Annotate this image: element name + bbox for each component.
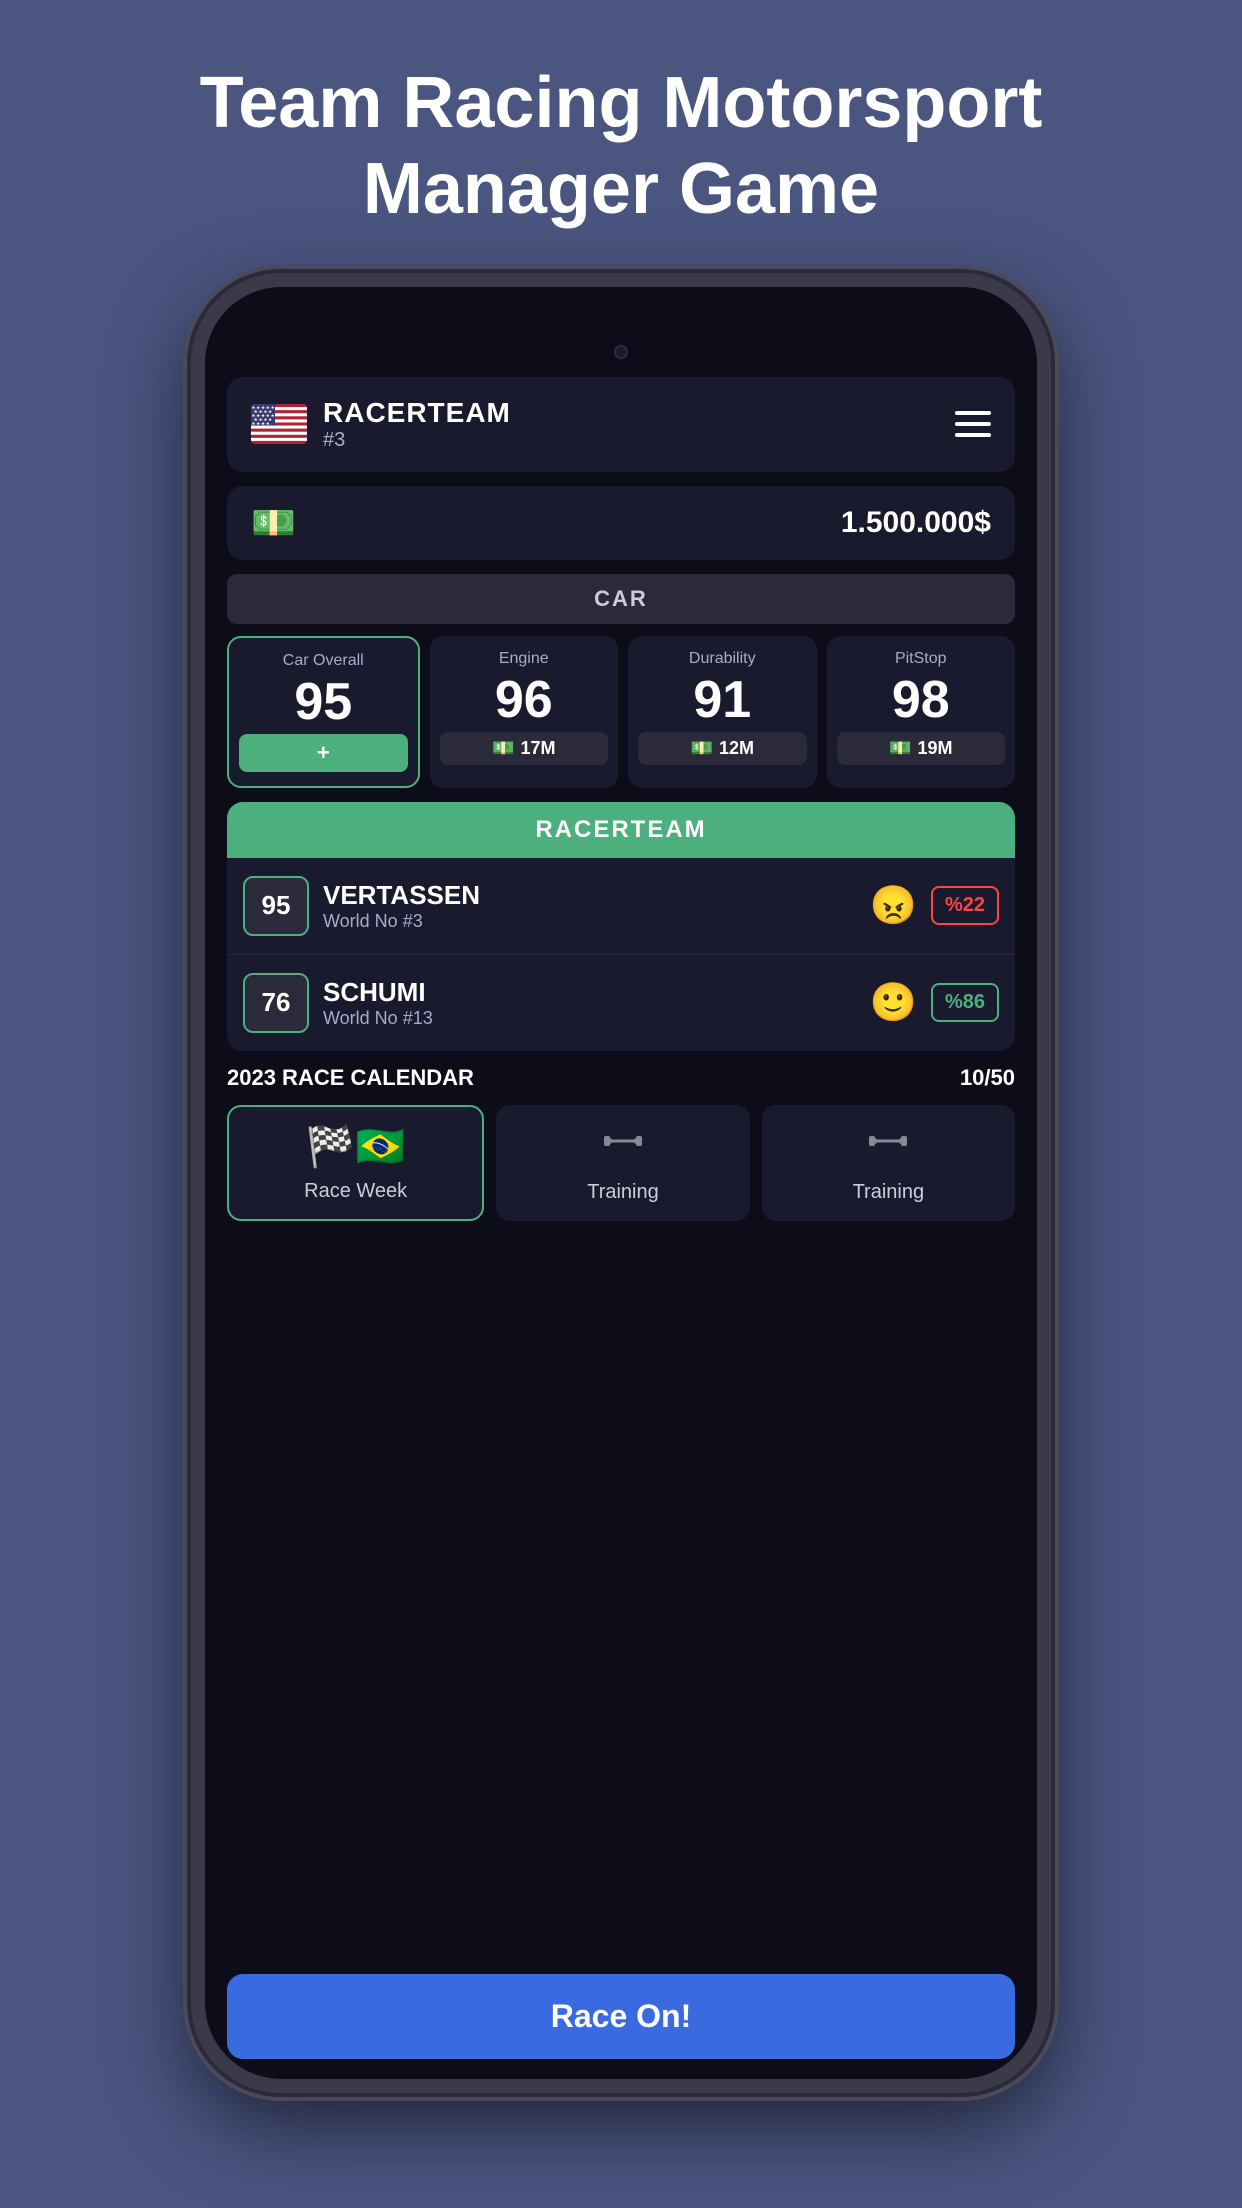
driver-row-vertassen[interactable]: 95 VERTASSEN World No #3 😠 %22: [227, 858, 1015, 955]
pitstop-card: PitStop 98 💵 19M: [827, 636, 1016, 788]
calendar-item-training-2[interactable]: Training: [762, 1105, 1015, 1221]
driver-mood-vertassen: 😠: [870, 884, 917, 928]
driver-mood-schumi: 🙂: [870, 981, 917, 1025]
car-overall-value: 95: [294, 676, 352, 728]
durability-cost[interactable]: 💵 12M: [638, 732, 807, 765]
driver-condition-vertassen: %22: [931, 886, 999, 925]
car-section: CAR Car Overall 95 + Engine 96: [227, 574, 1015, 788]
menu-button[interactable]: [955, 411, 991, 437]
header-bar: ★★★★★ ★★★★ ★★★★★ ★★★★ ★★★★ RACERTEAM #3: [227, 377, 1015, 472]
driver-info-schumi: SCHUMI World No #13: [323, 977, 856, 1029]
engine-card: Engine 96 💵 17M: [430, 636, 619, 788]
driver-info-vertassen: VERTASSEN World No #3: [323, 880, 856, 932]
durability-value: 91: [693, 674, 751, 726]
team-name: RACERTEAM: [323, 397, 511, 429]
cost-icon: 💵: [492, 738, 514, 759]
durability-cost-value: 12M: [719, 738, 754, 759]
cost-icon: 💵: [889, 738, 911, 759]
race-week-label: Race Week: [304, 1180, 407, 1203]
calendar-count: 10/50: [960, 1065, 1015, 1091]
money-bar: 💵 1.500.000$: [227, 486, 1015, 560]
pitstop-cost[interactable]: 💵 19M: [837, 732, 1006, 765]
calendar-item-training-1[interactable]: Training: [496, 1105, 749, 1221]
team-number: #3: [323, 429, 511, 452]
calendar-section: 2023 RACE CALENDAR 10/50 🏁🇧🇷 Race Week: [227, 1065, 1015, 1221]
driver-name-schumi: SCHUMI: [323, 977, 856, 1008]
team-section: RACERTEAM 95 VERTASSEN World No #3 😠 %22: [227, 802, 1015, 1051]
notch-area: [205, 287, 1037, 377]
calendar-items: 🏁🇧🇷 Race Week: [227, 1105, 1015, 1221]
car-overall-label: Car Overall: [283, 652, 364, 670]
phone-mockup: ★★★★★ ★★★★ ★★★★★ ★★★★ ★★★★ RACERTEAM #3: [191, 273, 1051, 2093]
race-on-button[interactable]: Race On!: [227, 1974, 1015, 2059]
training-icon-1: [603, 1121, 643, 1171]
flag-icon: ★★★★★ ★★★★ ★★★★★ ★★★★ ★★★★: [251, 404, 307, 444]
engine-value: 96: [495, 674, 553, 726]
page-title: Team Racing Motorsport Manager Game: [120, 0, 1123, 273]
car-upgrade-button[interactable]: +: [239, 734, 408, 772]
calendar-header: 2023 RACE CALENDAR 10/50: [227, 1065, 1015, 1091]
driver-name-vertassen: VERTASSEN: [323, 880, 856, 911]
car-stats: Car Overall 95 + Engine 96 💵 17M: [227, 636, 1015, 788]
camera-icon: [614, 345, 628, 359]
team-section-header: RACERTEAM: [227, 802, 1015, 858]
driver-row-schumi[interactable]: 76 SCHUMI World No #13 🙂 %86: [227, 955, 1015, 1051]
car-overall-card: Car Overall 95 +: [227, 636, 420, 788]
engine-cost[interactable]: 💵 17M: [440, 732, 609, 765]
money-amount: 1.500.000$: [841, 506, 991, 540]
driver-rank-vertassen: World No #3: [323, 911, 856, 932]
driver-rating-vertassen: 95: [243, 876, 309, 936]
cost-icon: 💵: [691, 738, 713, 759]
training-icon-2: [868, 1121, 908, 1171]
money-icon: 💵: [251, 502, 296, 544]
calendar-item-race-week[interactable]: 🏁🇧🇷 Race Week: [227, 1105, 484, 1221]
pitstop-cost-value: 19M: [917, 738, 952, 759]
phone-frame: ★★★★★ ★★★★ ★★★★★ ★★★★ ★★★★ RACERTEAM #3: [191, 273, 1051, 2093]
header-left: ★★★★★ ★★★★ ★★★★★ ★★★★ ★★★★ RACERTEAM #3: [251, 397, 511, 452]
durability-label: Durability: [689, 650, 756, 668]
race-week-icon: 🏁🇧🇷: [306, 1123, 406, 1170]
phone-screen: ★★★★★ ★★★★ ★★★★★ ★★★★ ★★★★ RACERTEAM #3: [205, 287, 1037, 2079]
car-section-header: CAR: [227, 574, 1015, 624]
engine-label: Engine: [499, 650, 549, 668]
pitstop-label: PitStop: [895, 650, 947, 668]
notch: [501, 337, 741, 367]
engine-cost-value: 17M: [520, 738, 555, 759]
training-label-1: Training: [587, 1181, 659, 1204]
driver-rank-schumi: World No #13: [323, 1008, 856, 1029]
team-info: RACERTEAM #3: [323, 397, 511, 452]
pitstop-value: 98: [892, 674, 950, 726]
driver-rating-schumi: 76: [243, 973, 309, 1033]
training-label-2: Training: [853, 1181, 925, 1204]
screen-content: ★★★★★ ★★★★ ★★★★★ ★★★★ ★★★★ RACERTEAM #3: [205, 377, 1037, 2079]
calendar-title: 2023 RACE CALENDAR: [227, 1065, 474, 1091]
driver-condition-schumi: %86: [931, 983, 999, 1022]
durability-card: Durability 91 💵 12M: [628, 636, 817, 788]
